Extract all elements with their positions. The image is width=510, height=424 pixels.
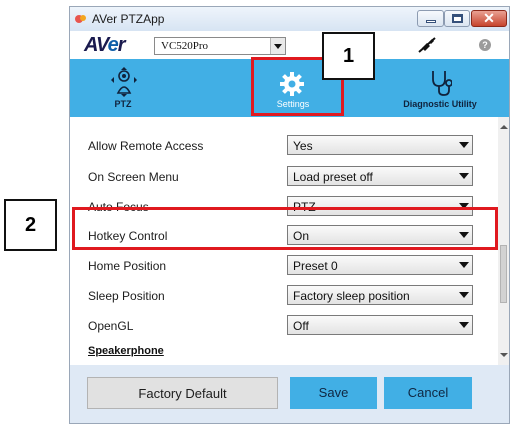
callout-2: 2: [4, 199, 57, 251]
allow-remote-access-select[interactable]: Yes: [287, 135, 473, 155]
chevron-down-icon: [457, 318, 470, 332]
title-bar[interactable]: AVer PTZApp ✕: [70, 7, 509, 31]
minimize-icon: [426, 20, 436, 23]
aver-logo: AVer: [84, 34, 125, 56]
close-button[interactable]: ✕: [471, 10, 507, 27]
chevron-down-icon: [457, 138, 470, 152]
tab-ptz[interactable]: PTZ: [78, 59, 168, 117]
stethoscope-icon: [432, 71, 452, 96]
setting-label-home-position: Home Position: [88, 259, 167, 273]
factory-default-button[interactable]: Factory Default: [87, 377, 278, 409]
speakerphone-section-heading[interactable]: Speakerphone: [88, 345, 164, 357]
callout-1: 1: [322, 32, 375, 80]
scroll-thumb[interactable]: [500, 245, 507, 303]
model-value: VC520Pro: [161, 40, 209, 52]
window-title: AVer PTZApp: [92, 12, 165, 26]
top-bar: AVer VC520Pro ?: [70, 31, 509, 59]
tab-ptz-label: PTZ: [114, 99, 132, 109]
cancel-button[interactable]: Cancel: [384, 377, 472, 409]
chevron-down-icon: [457, 169, 470, 183]
chevron-down-icon: [270, 38, 285, 54]
on-screen-menu-select[interactable]: Load preset off: [287, 166, 473, 186]
setting-label-allow-remote-access: Allow Remote Access: [88, 139, 204, 153]
model-dropdown[interactable]: VC520Pro: [154, 37, 286, 55]
home-position-value: Preset 0: [293, 259, 338, 273]
on-screen-menu-value: Load preset off: [293, 170, 373, 184]
app-icon: [75, 15, 86, 23]
tab-diagnostic-utility[interactable]: Diagnostic Utility: [380, 59, 500, 117]
ptz-icon: [111, 67, 137, 97]
setting-label-opengl: OpenGL: [88, 319, 134, 333]
scroll-up-icon[interactable]: [500, 125, 508, 129]
opengl-select[interactable]: Off: [287, 315, 473, 335]
sleep-position-value: Factory sleep position: [293, 289, 410, 303]
minimize-button[interactable]: [417, 10, 444, 27]
scroll-down-icon[interactable]: [500, 353, 508, 357]
setting-label-sleep-position: Sleep Position: [88, 289, 165, 303]
chevron-down-icon: [457, 288, 470, 302]
settings-scrollbar[interactable]: [498, 117, 509, 365]
hotkey-highlight-box: [72, 207, 498, 250]
setting-label-on-screen-menu: On Screen Menu: [88, 170, 179, 184]
save-button[interactable]: Save: [290, 377, 377, 409]
help-icon[interactable]: ?: [479, 39, 491, 51]
allow-remote-access-value: Yes: [293, 139, 313, 153]
maximize-button[interactable]: [444, 10, 470, 27]
sleep-position-select[interactable]: Factory sleep position: [287, 285, 473, 305]
tab-diagnostic-label: Diagnostic Utility: [403, 99, 477, 109]
no-mic-icon[interactable]: [418, 37, 436, 53]
opengl-value: Off: [293, 319, 309, 333]
chevron-down-icon: [457, 258, 470, 272]
footer-bar: Factory Default Save Cancel: [70, 365, 509, 423]
maximize-icon: [452, 14, 463, 23]
close-icon: ✕: [483, 10, 495, 26]
home-position-select[interactable]: Preset 0: [287, 255, 473, 275]
